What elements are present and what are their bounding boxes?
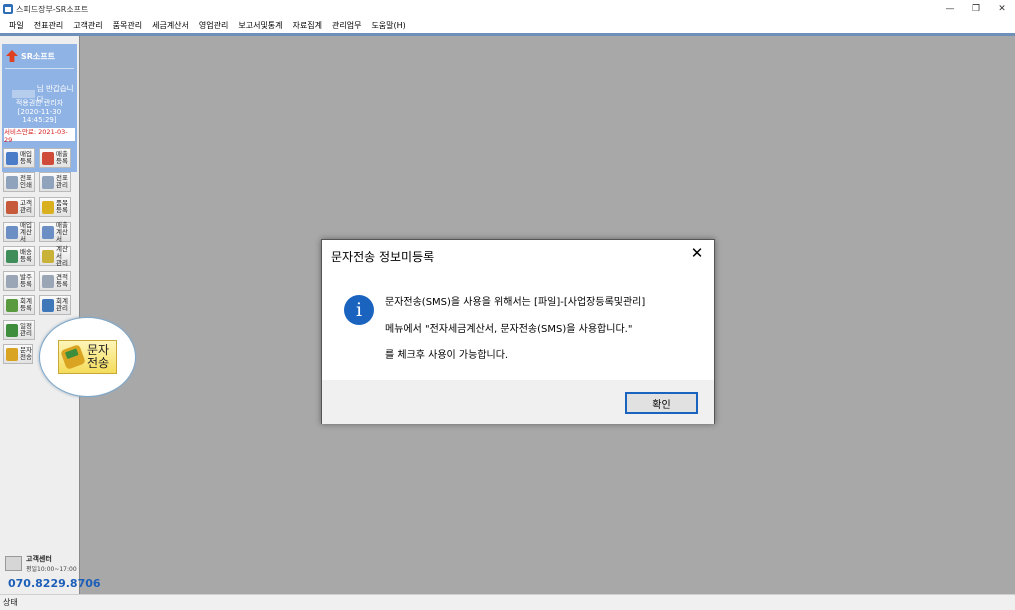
menu-admin[interactable]: 관리업무 xyxy=(327,20,366,31)
shortcut-button-10[interactable]: 계산서 관리 xyxy=(39,244,71,267)
login-time: [2020-11-30 14:45:29] xyxy=(17,108,62,124)
app-icon xyxy=(3,4,13,14)
shortcut-label: 매입 계산서 xyxy=(20,220,32,243)
shortcut-button-12[interactable]: 견적 등록 xyxy=(39,271,71,291)
shortcut-button-2[interactable]: 매출 등록 xyxy=(39,148,71,168)
shortcut-label: 문자 전송 xyxy=(20,346,32,361)
window-controls: — ❐ ✕ xyxy=(937,0,1015,18)
shortcut-button-3[interactable]: 전표 인쇄 xyxy=(3,172,35,192)
shortcut-label: 견적 등록 xyxy=(56,273,68,288)
support-hours: 평일10:00~17:00 xyxy=(26,566,77,573)
menu-file[interactable]: 파일 xyxy=(4,20,29,31)
shortcut-icon xyxy=(6,249,18,263)
divider xyxy=(5,68,74,69)
sidebar: SR소프트 님 반갑습니다. 적용권한 관리자 [2020-11-30 14:4… xyxy=(0,36,101,594)
ok-button[interactable]: 확인 xyxy=(625,392,698,414)
dialog-message-line-1: 문자전송(SMS)을 사용을 위해서는 [파일]-[사업장등록및관리] xyxy=(385,297,646,308)
shortcut-label: 매입 등록 xyxy=(20,150,32,165)
shortcut-button-1[interactable]: 매입 등록 xyxy=(3,148,35,168)
phone-sms-icon xyxy=(60,344,86,370)
menu-sales[interactable]: 영업관리 xyxy=(194,20,233,31)
minimize-button[interactable]: — xyxy=(937,0,963,18)
info-icon: i xyxy=(344,295,374,325)
dialog-message-line-3: 를 체크후 사용이 가능합니다. xyxy=(385,350,509,361)
menu-divider xyxy=(0,33,1015,36)
shortcut-icon xyxy=(6,175,18,189)
title-bar: 스피드장부-SR소프트 — ❐ ✕ xyxy=(0,0,1015,18)
logo-icon xyxy=(6,50,18,62)
menu-reports[interactable]: 보고서및통계 xyxy=(233,20,287,31)
shortcut-button-9[interactable]: 배송 등록 xyxy=(3,246,35,266)
shortcut-icon xyxy=(42,151,54,165)
shortcut-icon xyxy=(42,225,54,239)
sms-send-label: 문자 전송 xyxy=(87,343,110,370)
shortcut-label: 품목 등록 xyxy=(56,199,68,214)
shortcut-icon xyxy=(6,274,18,288)
dialog-footer: 확인 xyxy=(322,380,714,424)
menu-aggregate[interactable]: 자료집계 xyxy=(288,20,327,31)
shortcut-label: 계산서 관리 xyxy=(56,244,68,267)
shortcut-label: 회계 등록 xyxy=(20,297,32,312)
service-expiry: 서비스만료: 2021-03-29 xyxy=(4,128,75,144)
restore-button[interactable]: ❐ xyxy=(963,0,989,18)
shortcut-button-7[interactable]: 매입 계산서 xyxy=(3,220,35,243)
shortcut-label: 일정 관리 xyxy=(20,322,32,337)
support-phone: 070.8229.8706 xyxy=(8,577,101,590)
shortcut-icon xyxy=(6,151,18,165)
shortcut-label: 고객 관리 xyxy=(20,199,32,214)
status-bar: 상태 xyxy=(0,594,1015,610)
shortcut-icon xyxy=(42,274,54,288)
shortcut-label: 전표 인쇄 xyxy=(20,174,32,189)
shortcut-label: 매출 등록 xyxy=(56,150,68,165)
user-name-redacted xyxy=(12,90,35,98)
shortcut-icon xyxy=(42,175,54,189)
shortcut-button-4[interactable]: 전표 관리 xyxy=(39,172,71,192)
shortcut-icon xyxy=(42,298,54,312)
menu-customer[interactable]: 고객관리 xyxy=(68,20,107,31)
shortcut-icon xyxy=(42,249,54,263)
user-role: 적용권한 관리자 xyxy=(15,99,64,107)
menu-bar: 파일 전표관리 고객관리 품목관리 세금계산서 영업관리 보고서및통계 자료집계… xyxy=(0,18,1015,33)
shortcut-icon xyxy=(6,323,18,337)
dialog-message-line-2: 메뉴에서 "전자세금계산서, 문자전송(SMS)을 사용합니다." xyxy=(385,324,633,335)
dialog-title: 문자전송 정보미등록 xyxy=(331,250,435,264)
shortcut-icon xyxy=(6,347,18,361)
shortcut-button-13[interactable]: 회계 등록 xyxy=(3,295,35,315)
menu-voucher[interactable]: 전표관리 xyxy=(29,20,68,31)
menu-help[interactable]: 도움말(H) xyxy=(366,20,410,31)
info-dialog: 문자전송 정보미등록 ✕ i 문자전송(SMS)을 사용을 위해서는 [파일]-… xyxy=(321,239,715,424)
shortcut-icon xyxy=(42,200,54,214)
sms-send-button-highlight[interactable]: 문자 전송 xyxy=(58,340,117,374)
shortcut-icon xyxy=(6,298,18,312)
shortcut-icon xyxy=(6,200,18,214)
shortcut-icon xyxy=(6,225,18,239)
support-title: 고객센터 xyxy=(26,555,52,563)
shortcut-label: 전표 관리 xyxy=(56,174,68,189)
close-window-button[interactable]: ✕ xyxy=(989,0,1015,18)
menu-tax-invoice[interactable]: 세금계산서 xyxy=(147,20,194,31)
shortcut-button-14[interactable]: 회계 관리 xyxy=(39,295,71,315)
shortcut-button-8[interactable]: 매출 계산서 xyxy=(39,220,71,243)
shortcut-button-6[interactable]: 품목 등록 xyxy=(39,197,71,217)
brand-name: SR소프트 xyxy=(21,51,56,61)
shortcut-label: 회계 관리 xyxy=(56,297,68,312)
status-text: 상태 xyxy=(3,598,18,607)
shortcut-label: 배송 등록 xyxy=(20,248,32,263)
brand-logo: SR소프트 xyxy=(6,50,55,62)
phone-icon xyxy=(5,556,22,571)
shortcut-label: 매출 계산서 xyxy=(56,220,68,243)
shortcut-button-17[interactable]: 문자 전송 xyxy=(3,344,33,364)
dialog-close-button[interactable]: ✕ xyxy=(688,244,706,262)
customer-center: 고객센터 평일10:00~17:00 070.8229.8706 xyxy=(5,553,101,593)
menu-item-mgmt[interactable]: 품목관리 xyxy=(108,20,147,31)
window-title: 스피드장부-SR소프트 xyxy=(16,4,89,14)
shortcut-button-15[interactable]: 일정 관리 xyxy=(3,320,35,340)
shortcut-button-5[interactable]: 고객 관리 xyxy=(3,197,35,217)
shortcut-label: 발주 등록 xyxy=(20,273,32,288)
shortcut-button-11[interactable]: 발주 등록 xyxy=(3,271,35,291)
